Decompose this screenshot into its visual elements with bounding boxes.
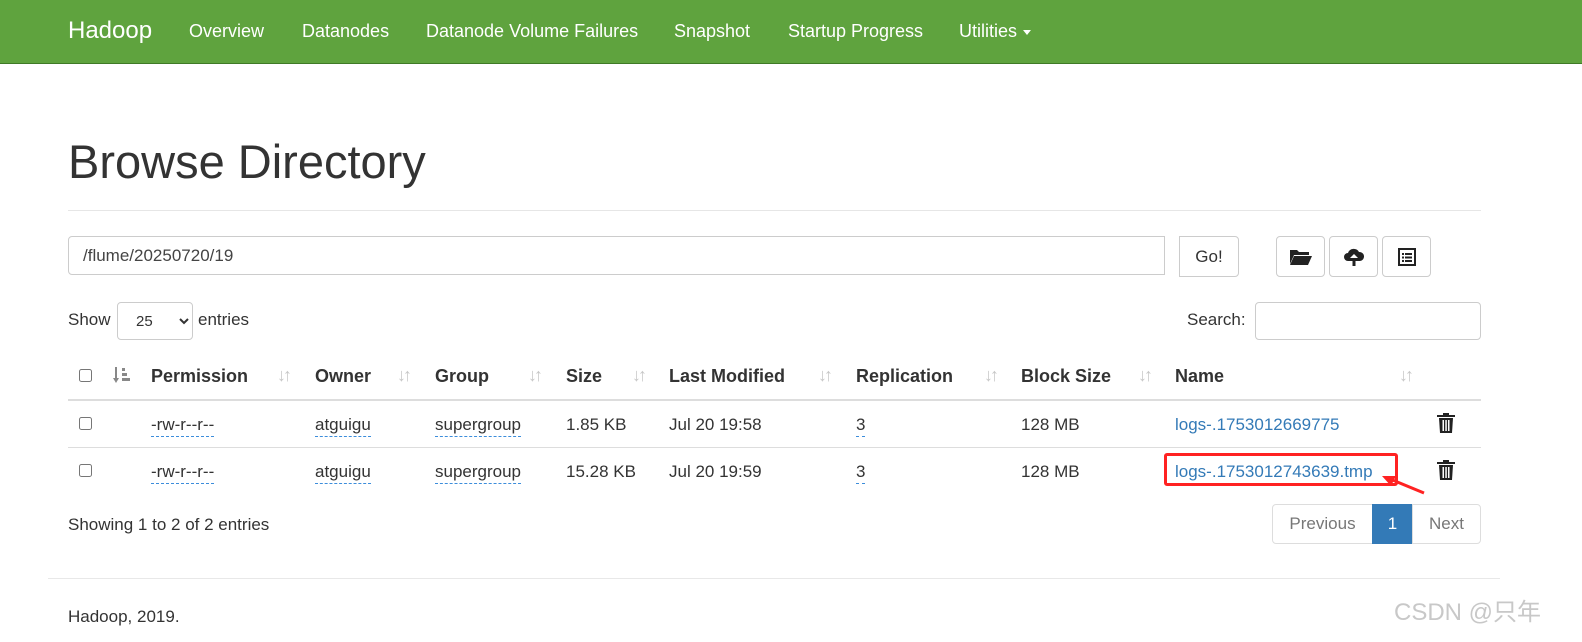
sort-order-icon[interactable]: [113, 366, 133, 384]
nav-startup-progress[interactable]: Startup Progress: [788, 21, 923, 42]
nav-utilities-dropdown[interactable]: Utilities: [959, 21, 1032, 42]
column-header-name[interactable]: Name: [1175, 366, 1224, 387]
block-size-cell: 128 MB: [1021, 415, 1080, 434]
nav-datanodes[interactable]: Datanodes: [302, 21, 389, 42]
navbar-brand[interactable]: Hadoop: [68, 17, 152, 45]
cloud-upload-icon: [1343, 248, 1364, 266]
sort-arrows-icon[interactable]: ↓↑: [984, 365, 999, 386]
owner-cell[interactable]: atguigu: [315, 415, 371, 437]
sort-arrows-icon[interactable]: ↓↑: [818, 365, 833, 386]
size-cell: 15.28 KB: [566, 462, 636, 481]
show-label: Show: [68, 310, 111, 329]
list-alt-icon: [1397, 247, 1416, 266]
table-header-divider: [68, 399, 1481, 401]
column-header-last-modified[interactable]: Last Modified: [669, 366, 785, 387]
column-header-replication[interactable]: Replication: [856, 366, 953, 387]
create-directory-button[interactable]: [1276, 236, 1325, 277]
page-title: Browse Directory: [68, 135, 426, 188]
permission-cell[interactable]: -rw-r--r--: [151, 415, 215, 437]
column-header-size[interactable]: Size: [566, 366, 602, 387]
block-size-cell: 128 MB: [1021, 462, 1080, 481]
row-divider: [68, 447, 1481, 448]
column-header-block-size[interactable]: Block Size: [1021, 366, 1111, 387]
page-length-select[interactable]: 25: [117, 302, 193, 340]
nav-overview[interactable]: Overview: [189, 21, 264, 42]
title-divider: [68, 210, 1481, 211]
sort-arrows-icon[interactable]: ↓↑: [277, 365, 292, 386]
annotation-arrow-icon: [1382, 476, 1425, 495]
trash-icon[interactable]: [1437, 460, 1455, 480]
annotation-highlight-box: [1164, 453, 1398, 486]
table-info: Showing 1 to 2 of 2 entries: [68, 515, 270, 534]
trash-icon[interactable]: [1437, 413, 1455, 433]
row-select-checkbox[interactable]: [79, 417, 92, 430]
replication-cell[interactable]: 3: [856, 415, 866, 437]
directory-path-input[interactable]: [68, 236, 1165, 275]
permission-cell[interactable]: -rw-r--r--: [151, 462, 215, 484]
last-modified-cell: Jul 20 19:59: [669, 462, 762, 481]
owner-cell[interactable]: atguigu: [315, 462, 371, 484]
sort-arrows-icon[interactable]: ↓↑: [397, 365, 412, 386]
folder-open-icon: [1289, 249, 1312, 265]
search-input[interactable]: [1255, 302, 1481, 340]
group-cell[interactable]: supergroup: [435, 462, 522, 484]
sort-arrows-icon[interactable]: ↓↑: [632, 365, 647, 386]
row-select-checkbox[interactable]: [79, 464, 92, 477]
size-cell: 1.85 KB: [566, 415, 627, 434]
sort-arrows-icon[interactable]: ↓↑: [1399, 365, 1414, 386]
footer-divider: [48, 578, 1500, 579]
upload-file-button[interactable]: [1329, 236, 1378, 277]
sort-arrows-icon[interactable]: ↓↑: [528, 365, 543, 386]
view-list-button[interactable]: [1382, 236, 1431, 277]
nav-snapshot[interactable]: Snapshot: [674, 21, 750, 42]
watermark: CSDN @只年: [1394, 599, 1542, 626]
search-label: Search:: [1187, 310, 1246, 329]
entries-label: entries: [198, 310, 250, 329]
column-header-owner[interactable]: Owner: [315, 366, 371, 387]
column-header-permission[interactable]: Permission: [151, 366, 248, 387]
pagination-next[interactable]: Next: [1412, 504, 1481, 544]
replication-cell[interactable]: 3: [856, 462, 866, 484]
nav-datanode-volume-failures[interactable]: Datanode Volume Failures: [426, 21, 638, 42]
column-header-group[interactable]: Group: [435, 366, 489, 387]
go-button[interactable]: Go!: [1179, 236, 1239, 277]
footer-text: Hadoop, 2019.: [68, 607, 180, 626]
pagination-previous[interactable]: Previous: [1272, 504, 1373, 544]
navbar: Hadoop Overview Datanodes Datanode Volum…: [0, 0, 1582, 64]
nav-utilities-label: Utilities: [959, 21, 1018, 41]
pagination-page-1[interactable]: 1: [1372, 504, 1413, 544]
select-all-checkbox[interactable]: [79, 369, 92, 382]
group-cell[interactable]: supergroup: [435, 415, 522, 437]
caret-down-icon: [1023, 29, 1032, 35]
sort-arrows-icon[interactable]: ↓↑: [1138, 365, 1153, 386]
last-modified-cell: Jul 20 19:58: [669, 415, 762, 434]
file-name-link[interactable]: logs-.1753012669775: [1175, 415, 1339, 435]
